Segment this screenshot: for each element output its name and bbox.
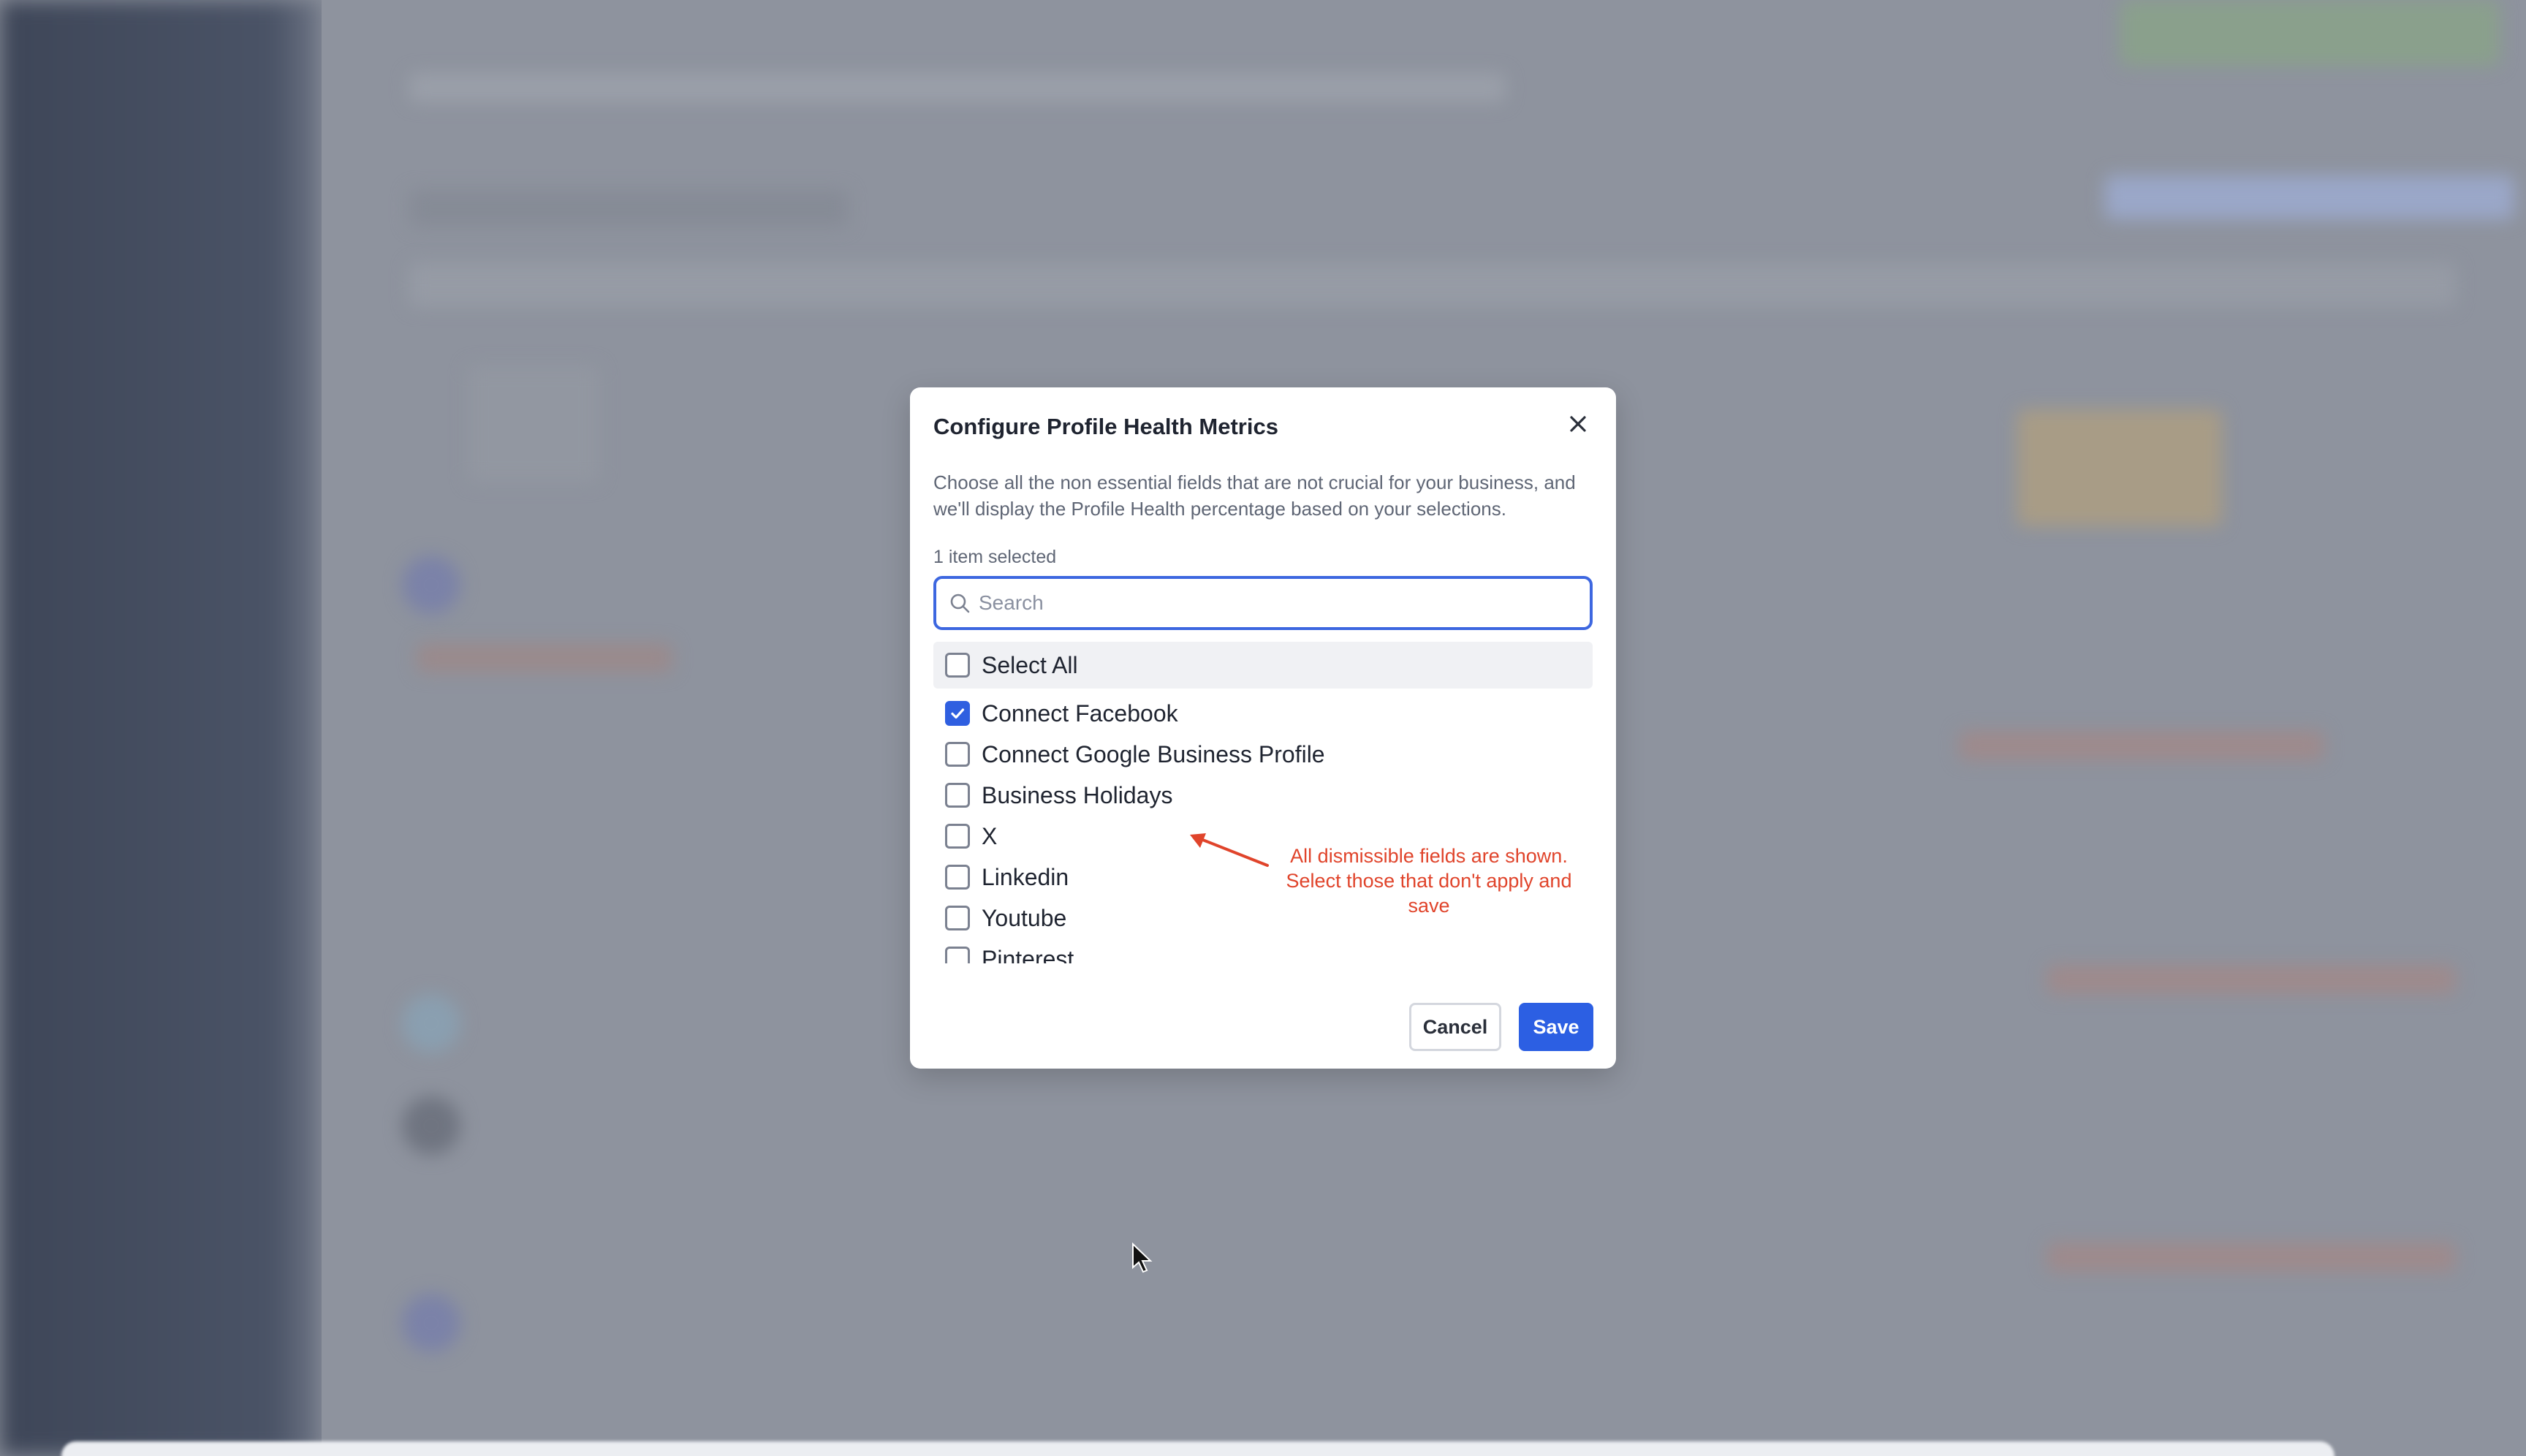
search-icon xyxy=(947,590,973,616)
screen: Configure Profile Health Metrics Choose … xyxy=(0,0,2526,1456)
option-checkbox[interactable] xyxy=(945,742,970,767)
option-label: X xyxy=(982,822,998,849)
annotation-arrow xyxy=(1190,833,1269,867)
option-checkbox[interactable] xyxy=(945,701,970,726)
option-label: Youtube xyxy=(982,904,1067,931)
list-item[interactable]: Pinterest xyxy=(933,939,1593,963)
select-all-label: Select All xyxy=(982,651,1078,678)
background-sidebar xyxy=(0,0,322,1456)
close-button[interactable] xyxy=(1562,409,1594,441)
dialog-title: Configure Profile Health Metrics xyxy=(933,414,1278,439)
option-label: Business Holidays xyxy=(982,781,1173,808)
list-item[interactable]: Connect Facebook xyxy=(933,693,1593,734)
option-label: Connect Google Business Profile xyxy=(982,740,1325,767)
option-checkbox[interactable] xyxy=(945,947,970,963)
option-label: Pinterest xyxy=(982,945,1074,964)
option-checkbox[interactable] xyxy=(945,824,970,849)
close-icon xyxy=(1569,414,1588,437)
annotation-text: All dismissible fields are shown. Select… xyxy=(1286,845,1572,917)
dialog-description: Choose all the non essential fields that… xyxy=(933,471,1576,520)
search-field[interactable] xyxy=(933,576,1593,630)
list-item[interactable]: Business Holidays xyxy=(933,775,1593,816)
search-input[interactable] xyxy=(977,591,1579,615)
option-checkbox[interactable] xyxy=(945,906,970,930)
check-icon xyxy=(951,708,965,719)
configure-metrics-dialog: Configure Profile Health Metrics Choose … xyxy=(910,387,1616,1069)
list-item[interactable]: Connect Google Business Profile xyxy=(933,734,1593,775)
select-all-option[interactable]: Select All xyxy=(933,642,1593,689)
option-checkbox[interactable] xyxy=(945,783,970,808)
save-button[interactable]: Save xyxy=(1519,1003,1593,1051)
background-bottom-bar xyxy=(61,1441,2335,1456)
option-label: Linkedin xyxy=(982,863,1069,890)
select-all-checkbox[interactable] xyxy=(945,653,970,678)
mouse-cursor-icon xyxy=(1132,1243,1153,1273)
option-checkbox[interactable] xyxy=(945,865,970,890)
cancel-button[interactable]: Cancel xyxy=(1409,1003,1501,1051)
option-label: Connect Facebook xyxy=(982,699,1178,727)
selected-count: 1 item selected xyxy=(933,547,1057,567)
